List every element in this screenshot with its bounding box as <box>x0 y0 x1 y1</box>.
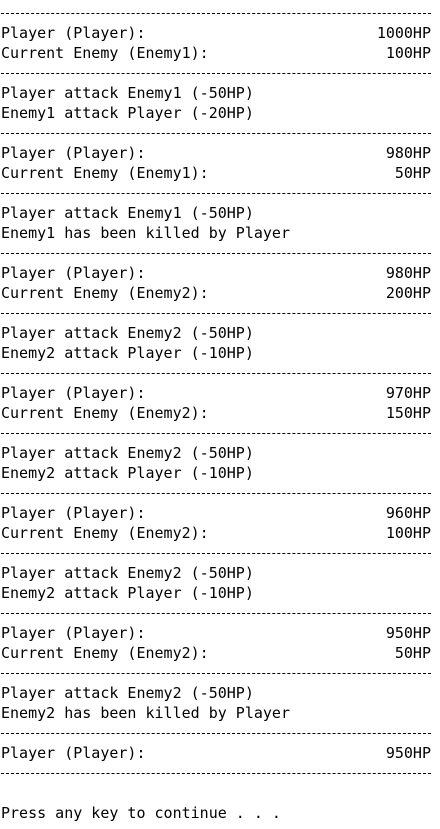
battle-log-line: Enemy1 has been killed by Player <box>1 224 290 242</box>
status-row: Player (Player): 980HP <box>1 263 431 283</box>
status-label: Player (Player): <box>1 144 146 162</box>
battle-log-line: Player attack Enemy1 (-50HP) <box>1 204 254 222</box>
status-row: Current Enemy (Enemy1): 50HP <box>1 163 431 183</box>
separator-line <box>1 483 431 503</box>
hp-value: 200HP <box>385 284 431 302</box>
hp-value: 950HP <box>385 624 431 642</box>
status-label: Player (Player): <box>1 264 146 282</box>
hp-value: 50HP <box>394 644 431 662</box>
separator-line <box>1 183 431 203</box>
battle-log-line: Player attack Enemy2 (-50HP) <box>1 564 254 582</box>
status-label: Current Enemy (Enemy2): <box>1 284 209 302</box>
battle-log-line: Enemy2 attack Player (-10HP) <box>1 584 254 602</box>
hp-value: 1000HP <box>376 24 431 42</box>
hp-value: 100HP <box>385 44 431 62</box>
separator-line <box>1 763 431 783</box>
battle-log-line: Player attack Enemy2 (-50HP) <box>1 684 254 702</box>
hp-value: 980HP <box>385 264 431 282</box>
status-label: Current Enemy (Enemy1): <box>1 44 209 62</box>
hp-value: 150HP <box>385 404 431 422</box>
separator-line <box>1 423 431 443</box>
status-row: Player (Player): 1000HP <box>1 23 431 43</box>
hp-value: 980HP <box>385 144 431 162</box>
status-label: Current Enemy (Enemy2): <box>1 644 209 662</box>
separator-line <box>1 723 431 743</box>
status-row: Player (Player): 980HP <box>1 143 431 163</box>
console-output: Player (Player): 1000HP Current Enemy (Ene… <box>0 0 431 823</box>
hp-value: 970HP <box>385 384 431 402</box>
separator-line <box>1 663 431 683</box>
separator-line <box>1 603 431 623</box>
hp-value: 100HP <box>385 524 431 542</box>
separator-line <box>1 303 431 323</box>
battle-log-line: Enemy2 has been killed by Player <box>1 704 290 722</box>
status-label: Player (Player): <box>1 744 146 762</box>
status-label: Current Enemy (Enemy2): <box>1 404 209 422</box>
battle-log-line: Enemy2 attack Player (-10HP) <box>1 344 254 362</box>
status-label: Current Enemy (Enemy2): <box>1 524 209 542</box>
separator-line <box>1 123 431 143</box>
separator-line <box>1 63 431 83</box>
status-row: Current Enemy (Enemy2): 50HP <box>1 643 431 663</box>
status-row: Current Enemy (Enemy2): 200HP <box>1 283 431 303</box>
battle-log-line: Player attack Enemy2 (-50HP) <box>1 324 254 342</box>
status-row: Current Enemy (Enemy2): 150HP <box>1 403 431 423</box>
status-row: Current Enemy (Enemy1): 100HP <box>1 43 431 63</box>
status-label: Player (Player): <box>1 24 146 42</box>
hp-value: 960HP <box>385 504 431 522</box>
status-label: Player (Player): <box>1 624 146 642</box>
status-row: Current Enemy (Enemy2): 100HP <box>1 523 431 543</box>
status-row: Player (Player): 950HP <box>1 623 431 643</box>
battle-log-line: Enemy1 attack Player (-20HP) <box>1 104 254 122</box>
separator-line <box>1 363 431 383</box>
status-label: Current Enemy (Enemy1): <box>1 164 209 182</box>
separator-line <box>1 543 431 563</box>
hp-value: 950HP <box>385 744 431 762</box>
battle-log-line: Player attack Enemy2 (-50HP) <box>1 444 254 462</box>
status-row: Player (Player): 960HP <box>1 503 431 523</box>
status-label: Player (Player): <box>1 384 146 402</box>
status-row: Player (Player): 950HP <box>1 743 431 763</box>
battle-log-line: Enemy2 attack Player (-10HP) <box>1 464 254 482</box>
continue-prompt: Press any key to continue . . . <box>1 804 281 822</box>
separator-line <box>1 243 431 263</box>
battle-log-line: Player attack Enemy1 (-50HP) <box>1 84 254 102</box>
status-label: Player (Player): <box>1 504 146 522</box>
status-row: Player (Player): 970HP <box>1 383 431 403</box>
separator-line <box>1 3 431 23</box>
hp-value: 50HP <box>394 164 431 182</box>
